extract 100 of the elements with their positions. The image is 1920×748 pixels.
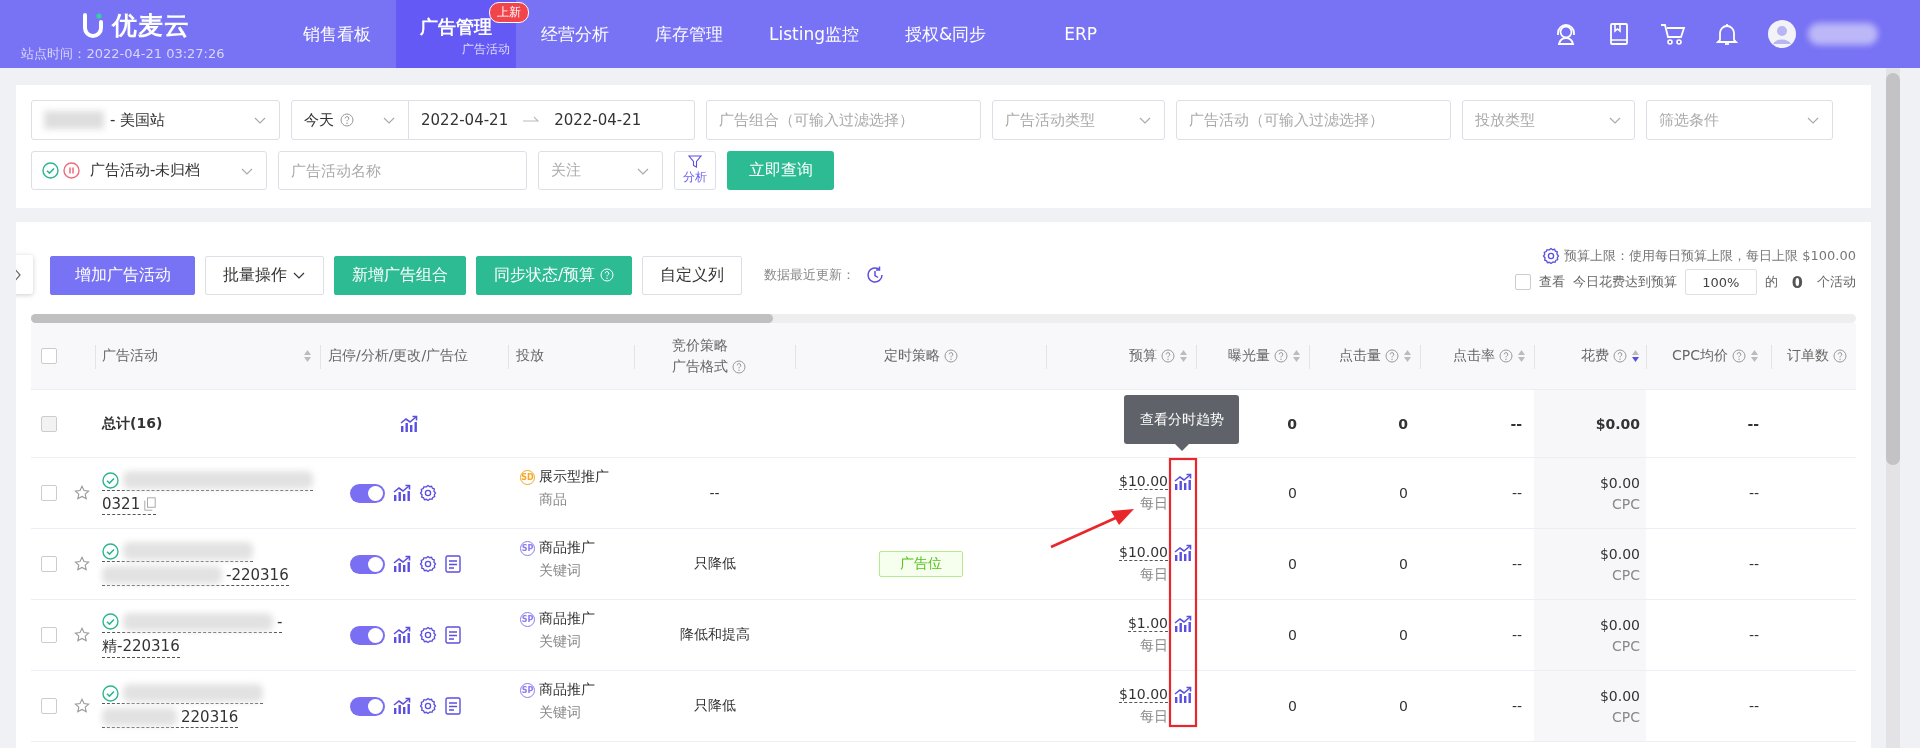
bell-icon[interactable] [1716, 22, 1738, 46]
checkbox[interactable] [41, 698, 57, 714]
gear-icon[interactable] [419, 626, 437, 644]
column-header[interactable]: 曝光量 [1228, 347, 1270, 365]
campaign-name-line[interactable]: 220316 [102, 708, 239, 728]
cell-text: 0 [1399, 556, 1408, 572]
book-icon[interactable] [1608, 22, 1630, 46]
budget-value[interactable]: $1.00 [1127, 615, 1168, 632]
sort-icon[interactable] [1631, 348, 1640, 364]
document-icon[interactable] [445, 555, 461, 573]
headset-icon[interactable] [1554, 22, 1578, 46]
budget-value[interactable]: $10.00 [1119, 686, 1168, 703]
nav-tab[interactable]: 授权&同步 [884, 0, 1008, 68]
cell-text: -- [1748, 556, 1759, 572]
analysis-button[interactable]: 分析 [674, 151, 716, 190]
campaign-name[interactable]: 220316 [181, 708, 239, 726]
campaign-name[interactable]: 精-220316 [102, 636, 180, 656]
trend-chart-icon[interactable] [400, 414, 418, 433]
cell-text: $0.00 [1599, 545, 1640, 562]
star-icon[interactable] [74, 698, 90, 714]
toolbar-button[interactable]: 批量操作 [205, 255, 324, 295]
cell-text: 0 [1288, 627, 1297, 643]
cell-text: 0 [1399, 698, 1408, 714]
toggle-switch[interactable] [350, 625, 385, 645]
checkbox[interactable] [41, 415, 57, 432]
nav-tab[interactable]: 销售看板 [282, 0, 392, 68]
text-field[interactable]: 广告组合（可输入过滤选择） [706, 100, 981, 140]
horizontal-scrollbar[interactable] [31, 314, 1856, 323]
date-preset-select[interactable]: 今天 [291, 100, 409, 140]
column-header[interactable]: CPC均价 [1672, 347, 1728, 365]
shop-select[interactable]: - 美国站 [31, 100, 280, 140]
nav-tab[interactable]: 库存管理 [634, 0, 744, 68]
checkbox[interactable] [41, 556, 57, 572]
text-field[interactable]: 广告活动名称 [278, 151, 527, 190]
cell-text: 0 [1399, 627, 1408, 643]
trend-chart-icon[interactable] [393, 697, 411, 715]
gear-icon[interactable] [419, 697, 437, 715]
campaign-name[interactable]: - [277, 612, 283, 631]
cell-text: CPC [1612, 495, 1640, 512]
funnel-icon [688, 155, 702, 168]
cell-text: -- [1748, 698, 1759, 714]
filter-text: 今日花费达到预算 [1572, 273, 1677, 291]
checkbox[interactable] [41, 485, 57, 501]
nav-tab[interactable]: ERP [1043, 0, 1119, 68]
cell-text: 商品推广 [539, 610, 595, 628]
budget-value[interactable]: $10.00 [1119, 473, 1168, 490]
cell-text: 关键词 [539, 704, 582, 722]
campaign-name-line[interactable]: - [102, 612, 283, 633]
trend-chart-icon[interactable] [393, 555, 411, 573]
toggle-switch[interactable] [350, 696, 385, 716]
star-icon[interactable] [74, 627, 90, 643]
cell-text: 0 [1288, 698, 1297, 714]
document-icon[interactable] [445, 626, 461, 644]
toolbar-button[interactable]: 自定义列 [642, 255, 743, 295]
date-range-field[interactable]: 2022-04-21 2022-04-21 [409, 100, 695, 140]
trend-chart-icon[interactable] [1174, 615, 1192, 633]
percent-field[interactable]: 100% [1684, 269, 1757, 295]
gear-icon[interactable] [419, 484, 437, 502]
trend-chart-icon[interactable] [1174, 686, 1192, 704]
toolbar-button[interactable]: 增加广告活动 [50, 255, 195, 295]
campaign-name-line[interactable]: -220316 [102, 566, 289, 586]
nav-tab[interactable]: Listing监控 [748, 0, 880, 68]
cell-text: 关键词 [539, 633, 582, 651]
column-header[interactable]: 广告活动 [102, 347, 158, 365]
star-icon[interactable] [74, 556, 90, 572]
cell-text: 每日 [1140, 637, 1168, 655]
vertical-scrollbar[interactable] [1886, 68, 1900, 748]
copy-icon[interactable] [144, 497, 157, 511]
budget-value[interactable]: $10.00 [1119, 544, 1168, 561]
trend-chart-icon[interactable] [393, 484, 411, 502]
gear-icon[interactable] [1542, 247, 1561, 265]
checkbox[interactable] [1514, 274, 1531, 290]
shopping-cart-icon[interactable] [1660, 22, 1686, 46]
cell-text: 展示型推广 [539, 468, 609, 486]
checkbox-label: 查看 [1538, 273, 1565, 291]
site-time: 站点时间：2022-04-21 03:27:26 [21, 45, 225, 63]
column-header[interactable]: 点击率 [1453, 347, 1495, 365]
checkbox[interactable] [41, 627, 57, 643]
campaign-name-line[interactable]: 0321 [102, 495, 157, 515]
column-header[interactable]: 预算 [1129, 347, 1157, 365]
update-label: 数据最近更新： [764, 266, 856, 284]
toggle-switch[interactable] [350, 554, 385, 574]
document-icon[interactable] [445, 697, 461, 715]
status-select[interactable]: 广告活动-未归档 [31, 151, 267, 190]
refresh-clock-icon[interactable] [865, 265, 886, 285]
column-header[interactable]: 花费 [1581, 347, 1609, 365]
cell-text: 0 [1287, 415, 1297, 432]
star-icon[interactable] [74, 485, 90, 501]
checkbox[interactable] [41, 348, 57, 364]
toggle-switch[interactable] [350, 483, 385, 503]
text-field[interactable]: 广告活动（可输入过滤选择） [1176, 100, 1451, 140]
avatar-icon[interactable] [1768, 20, 1796, 48]
gear-icon[interactable] [419, 555, 437, 573]
campaign-name[interactable]: 0321 [102, 495, 141, 513]
trend-chart-icon[interactable] [1174, 473, 1192, 491]
trend-chart-icon[interactable] [393, 626, 411, 644]
trend-chart-icon[interactable] [1174, 544, 1192, 562]
column-header[interactable]: 点击量 [1339, 347, 1381, 365]
campaign-name[interactable]: -220316 [226, 566, 289, 584]
column-header: 启停/分析/更改/广告位 [328, 347, 469, 365]
